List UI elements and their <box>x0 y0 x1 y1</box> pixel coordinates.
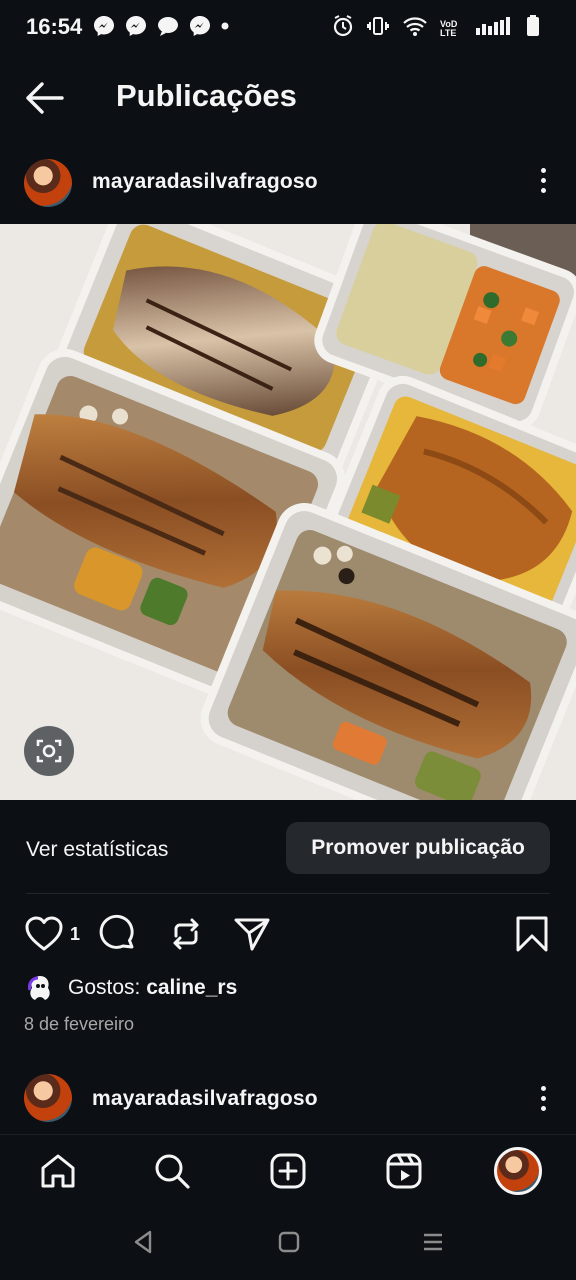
avatar <box>494 1147 542 1195</box>
system-recents-icon[interactable] <box>420 1228 446 1261</box>
repost-icon[interactable] <box>166 914 206 959</box>
promote-post-button[interactable]: Promover publicação <box>286 822 550 874</box>
post-actions: 1 <box>0 908 576 960</box>
wifi-icon <box>402 14 428 43</box>
status-bar: 16:54 VoD LTE <box>0 0 576 56</box>
liker-avatar <box>24 972 56 1004</box>
messenger-icon <box>124 14 148 43</box>
back-arrow-icon[interactable] <box>24 80 64 121</box>
bottom-navigation <box>0 1134 576 1207</box>
messenger-icon <box>188 14 212 43</box>
bookmark-icon[interactable] <box>512 914 552 959</box>
signal-icon <box>474 14 514 43</box>
notification-dot-icon <box>220 14 230 43</box>
volte-icon: VoD LTE <box>440 18 458 38</box>
status-time: 16:54 <box>26 14 83 39</box>
liker-username[interactable]: caline_rs <box>146 976 237 999</box>
more-options-icon[interactable] <box>540 168 548 198</box>
avatar[interactable] <box>24 159 72 207</box>
post-username[interactable]: mayaradasilvafragoso <box>92 170 318 194</box>
create-icon[interactable] <box>264 1147 312 1195</box>
page-title: Publicações <box>116 78 297 113</box>
home-icon[interactable] <box>34 1147 82 1195</box>
reels-icon[interactable] <box>380 1147 428 1195</box>
avatar[interactable] <box>24 1074 72 1122</box>
post-image[interactable] <box>0 224 576 800</box>
post-date: 8 de fevereiro <box>24 1014 135 1034</box>
vibrate-icon <box>366 14 390 43</box>
likes-summary[interactable]: Gostos: caline_rs <box>24 970 237 1006</box>
profile-avatar[interactable] <box>494 1147 542 1195</box>
camera-lens-icon <box>36 739 62 763</box>
heart-icon[interactable] <box>24 914 64 959</box>
insights-row: Ver estatísticas Promover publicação <box>0 814 576 884</box>
chat-bubble-icon <box>156 14 180 43</box>
system-icons: VoD LTE <box>332 14 540 43</box>
like-count[interactable]: 1 <box>70 924 80 945</box>
page-header: Publicações <box>0 56 576 140</box>
search-icon[interactable] <box>148 1147 196 1195</box>
likes-text: Gostos: caline_rs <box>68 976 237 1000</box>
comment-icon[interactable] <box>98 914 138 959</box>
system-navigation-bar <box>0 1206 576 1280</box>
view-insights-link[interactable]: Ver estatísticas <box>26 838 168 862</box>
notification-icons <box>92 14 230 43</box>
battery-icon <box>526 14 540 43</box>
visual-search-button[interactable] <box>24 726 74 776</box>
likes-prefix: Gostos: <box>68 976 147 999</box>
messenger-icon <box>92 14 116 43</box>
alarm-icon <box>332 14 354 43</box>
system-home-icon[interactable] <box>276 1228 302 1261</box>
system-back-icon[interactable] <box>130 1228 156 1261</box>
next-post-username[interactable]: mayaradasilvafragoso <box>92 1087 318 1111</box>
more-options-icon[interactable] <box>540 1086 548 1116</box>
next-post-header: mayaradasilvafragoso <box>0 1072 576 1128</box>
post-header: mayaradasilvafragoso <box>0 152 576 214</box>
divider <box>26 893 550 894</box>
share-icon[interactable] <box>232 914 272 959</box>
